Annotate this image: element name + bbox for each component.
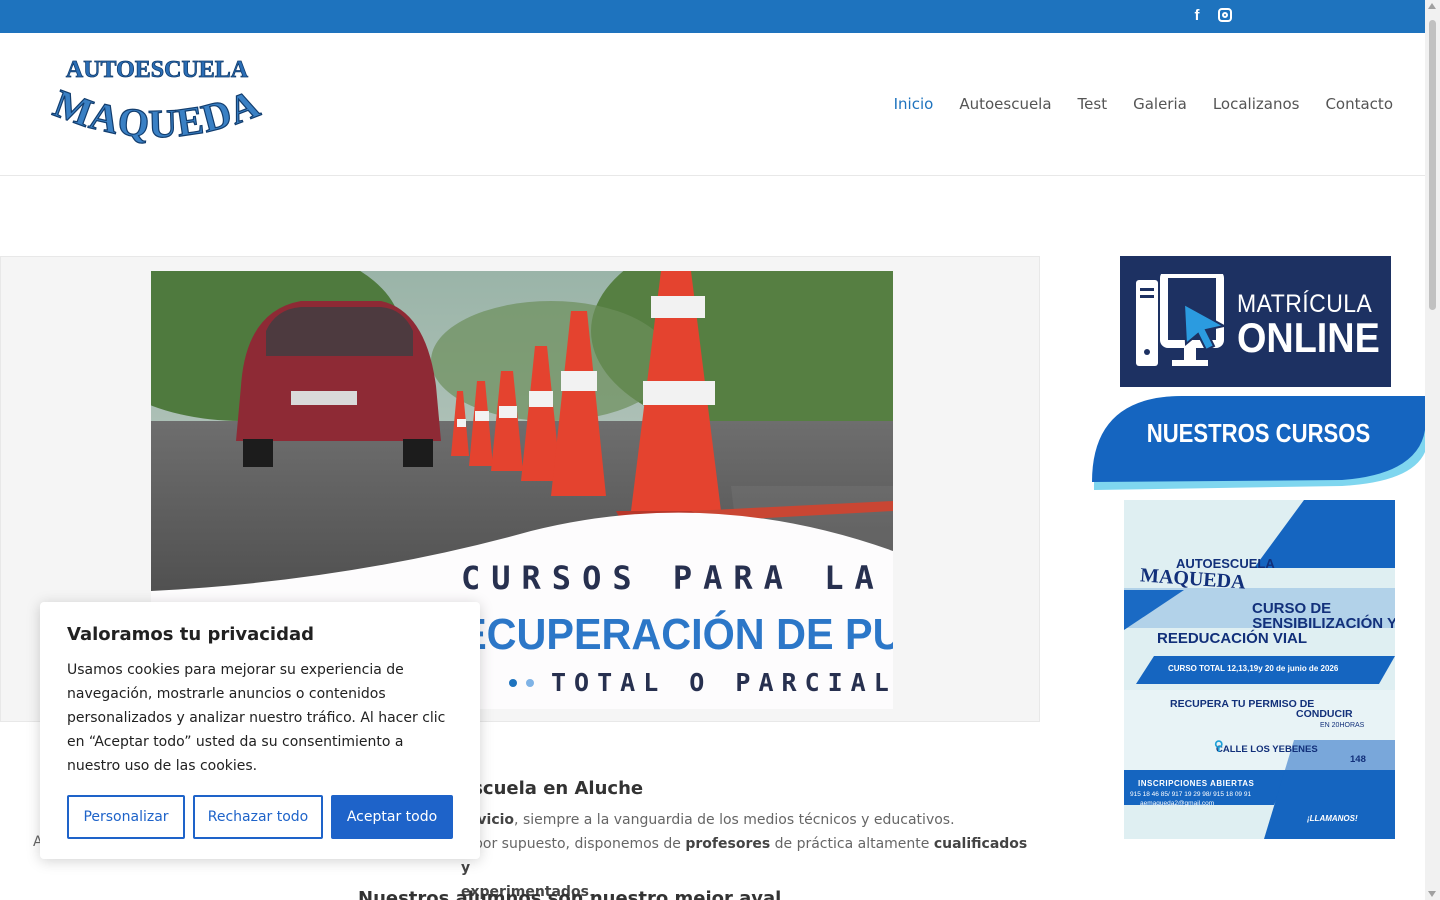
slider-dot-1[interactable] — [509, 679, 517, 687]
content-paragraph-1: ervicio, siempre a la vanguardia de los … — [461, 808, 1031, 832]
instagram-icon[interactable] — [1216, 6, 1234, 24]
scroll-up-arrow-icon[interactable] — [1428, 3, 1436, 9]
matricula-online-banner[interactable]: MATRÍCULA ONLINE — [1120, 256, 1391, 387]
p2-b: profesores — [685, 836, 771, 852]
poster-address1: CALLE LOS YEBENES — [1216, 744, 1318, 755]
poster-horas: EN 20HORAS — [1320, 722, 1365, 729]
main-nav: Inicio Autoescuela Test Galeria Localiza… — [894, 95, 1393, 113]
p2-a: Y por supuesto, disponemos de — [461, 836, 686, 852]
slider-dot-2[interactable] — [526, 679, 534, 687]
p2-c: de práctica altamente — [770, 836, 934, 852]
location-pin-icon: ⚲ — [1214, 738, 1224, 753]
section-heading: escuela en Aluche — [460, 778, 644, 799]
curso-poster[interactable]: AUTOESCUELA MAQUEDA CURSO DE SENSIBILIZA… — [1124, 500, 1395, 839]
testimonials-heading: Nuestros alumnos son nuestro mejor aval — [358, 888, 782, 900]
matricula-line2: ONLINE — [1237, 314, 1380, 361]
poster-title3: REEDUCACIÓN VIAL — [1157, 630, 1308, 647]
cursos-label: NUESTROS CURSOS — [1146, 418, 1371, 448]
customize-button[interactable]: Personalizar — [67, 795, 185, 839]
nav-item-contacto[interactable]: Contacto — [1325, 95, 1393, 113]
slide-line3: TOTAL O PARCIAL — [551, 668, 893, 697]
logo-line2: MAQUEDA — [47, 80, 265, 147]
poster-inscripciones: INSCRIPCIONES ABIERTAS — [1138, 779, 1255, 788]
facebook-icon[interactable]: f — [1188, 6, 1206, 24]
poster-address2: 148 — [1350, 754, 1366, 765]
top-bar: f — [0, 0, 1425, 33]
poster-recupera1: RECUPERA TU PERMISO DE — [1170, 698, 1315, 710]
accept-all-button[interactable]: Aceptar todo — [331, 795, 453, 839]
logo-line1: AUTOESCUELA — [66, 57, 249, 83]
slider-dots — [509, 679, 534, 687]
reject-all-button[interactable]: Rechazar todo — [193, 795, 323, 839]
p1-rest: , siempre a la vanguardia de los medios … — [514, 812, 955, 828]
poster-email: aemaqueda2@gmail.com — [1140, 800, 1215, 807]
cookie-body: Usamos cookies para mejorar su experienc… — [67, 662, 446, 774]
computer-icon — [1136, 274, 1227, 366]
svg-text:MAQUEDA: MAQUEDA — [48, 80, 266, 146]
nav-item-test[interactable]: Test — [1078, 95, 1108, 113]
nuestros-cursos-banner[interactable]: NUESTROS CURSOS — [1092, 396, 1425, 490]
cookie-consent-dialog: Valoramos tu privacidad Usamos cookies p… — [40, 602, 480, 859]
poster-phones: 915 18 46 85/ 917 19 29 98/ 915 18 09 91 — [1130, 791, 1252, 798]
slide-line1: CURSOS PARA LA — [461, 559, 885, 597]
page-scrollbar[interactable] — [1425, 0, 1440, 900]
scroll-down-arrow-icon[interactable] — [1428, 891, 1436, 897]
site-logo[interactable]: AUTOESCUELA MAQUEDA — [33, 55, 281, 147]
nav-item-autoescuela[interactable]: Autoescuela — [959, 95, 1051, 113]
poster-dates: CURSO TOTAL 12,13,19y 20 de junio de 202… — [1168, 664, 1339, 673]
nav-item-localizanos[interactable]: Localizanos — [1213, 95, 1300, 113]
poster-recupera2: CONDUCIR — [1296, 708, 1353, 720]
site-header: AUTOESCUELA MAQUEDA Inicio Autoescuela T… — [0, 33, 1425, 176]
scrollbar-thumb[interactable] — [1429, 20, 1436, 310]
nav-item-inicio[interactable]: Inicio — [894, 95, 934, 113]
slide-line2: RECUPERACIÓN DE PUNTOS — [429, 609, 893, 659]
cookie-title: Valoramos tu privacidad — [67, 624, 315, 645]
nav-item-galeria[interactable]: Galeria — [1133, 95, 1187, 113]
poster-llamanos: ¡LLAMANOS! — [1307, 814, 1358, 823]
